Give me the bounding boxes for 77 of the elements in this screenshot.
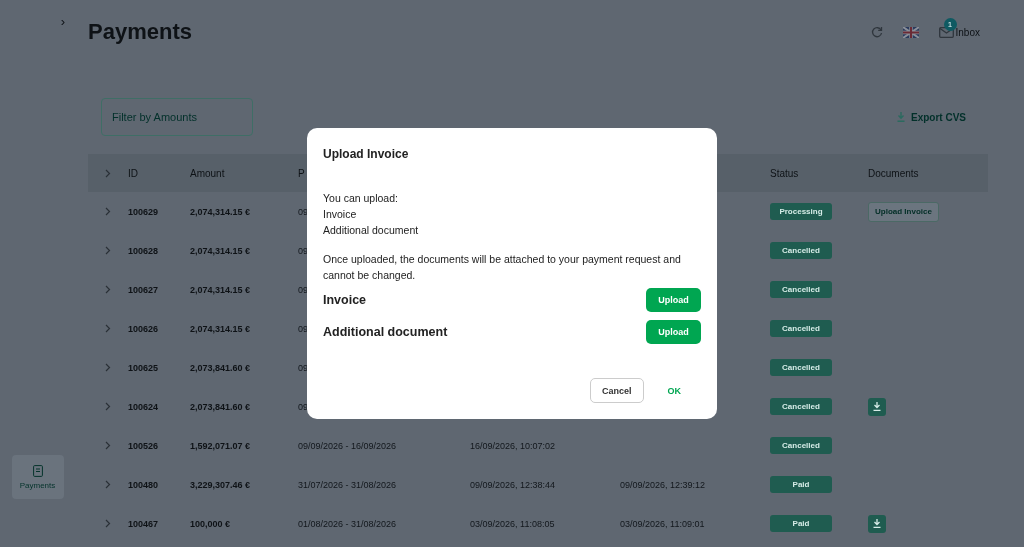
table-cell: 100467 bbox=[128, 518, 159, 529]
upload-button[interactable]: Upload bbox=[646, 320, 701, 344]
flag-icon[interactable] bbox=[902, 26, 919, 38]
expand-icon[interactable] bbox=[105, 519, 111, 528]
column-header[interactable]: Status bbox=[770, 167, 799, 179]
status-badge: Cancelled bbox=[770, 242, 832, 259]
table-cell: 09/09/2026, 12:39:12 bbox=[620, 479, 706, 490]
status-badge: Cancelled bbox=[770, 320, 832, 337]
export-button[interactable]: Export CVS bbox=[891, 110, 972, 124]
dialog-text: You can upload: bbox=[323, 192, 399, 204]
table-cell: 1,592,071.07 € bbox=[190, 440, 251, 451]
ok-button[interactable]: OK bbox=[663, 381, 685, 400]
expand-icon[interactable] bbox=[105, 402, 111, 411]
document-icon bbox=[32, 464, 43, 477]
column-header[interactable]: P bbox=[298, 167, 305, 179]
download-icon bbox=[897, 112, 905, 122]
expand-icon[interactable] bbox=[105, 285, 111, 294]
dialog-text: Invoice bbox=[323, 208, 358, 220]
expand-all-icon[interactable] bbox=[105, 168, 111, 178]
dialog-title: Upload Invoice bbox=[323, 147, 410, 161]
sidebar-item[interactable]: Payments bbox=[11, 455, 64, 499]
table-cell: 100624 bbox=[128, 401, 159, 412]
table-cell: 16/09/2026, 10:07:02 bbox=[470, 440, 556, 451]
filter-field[interactable]: Filter by Amounts bbox=[101, 98, 253, 136]
table-cell: 09/09/2026 - 16/09/2026 bbox=[298, 440, 397, 451]
status-badge: Cancelled bbox=[770, 281, 832, 298]
status-badge: Cancelled bbox=[770, 359, 832, 376]
table-cell: 100526 bbox=[128, 440, 159, 451]
dialog-text: Additional document bbox=[323, 224, 420, 236]
table-cell: 01/08/2026 - 31/08/2026 bbox=[298, 518, 397, 529]
table-cell: 100,000 € bbox=[190, 518, 231, 529]
page-title: Payments bbox=[88, 19, 192, 45]
table-cell: 03/09/2026, 11:09:01 bbox=[620, 518, 705, 529]
table-cell: 100480 bbox=[128, 479, 159, 490]
expand-icon[interactable] bbox=[105, 207, 111, 216]
table-cell: 100628 bbox=[128, 245, 159, 256]
table-cell: 2,074,314.15 € bbox=[190, 323, 251, 334]
notification-badge: 1 bbox=[943, 17, 957, 31]
expand-icon[interactable] bbox=[105, 480, 111, 489]
download-icon bbox=[873, 519, 881, 528]
status-badge: Paid bbox=[770, 515, 832, 532]
table-cell: 31/07/2026 - 31/08/2026 bbox=[298, 479, 397, 490]
download-button[interactable] bbox=[868, 514, 886, 533]
table-cell: 100625 bbox=[128, 362, 159, 373]
expand-icon[interactable] bbox=[105, 324, 111, 333]
upload-label: Invoice bbox=[323, 293, 367, 307]
upload-button[interactable]: Upload bbox=[646, 288, 701, 312]
table-cell: 3,229,307.46 € bbox=[190, 479, 251, 490]
table-cell: 100626 bbox=[128, 323, 159, 334]
table-cell: 2,074,314.15 € bbox=[190, 245, 251, 256]
upload-label: Additional document bbox=[323, 325, 448, 339]
download-button[interactable] bbox=[868, 397, 886, 416]
table-cell: 2,074,314.15 € bbox=[190, 284, 251, 295]
expand-icon[interactable] bbox=[105, 363, 111, 372]
cancel-button[interactable]: Cancel bbox=[590, 378, 644, 403]
table-cell: 100629 bbox=[128, 206, 159, 217]
column-header[interactable]: Amount bbox=[190, 167, 225, 179]
dialog-text: Once uploaded, the documents will be attached to your payment request and cannot be changed. bbox=[323, 252, 682, 283]
download-icon bbox=[873, 402, 881, 411]
status-badge: Cancelled bbox=[770, 398, 832, 415]
status-badge: Processing bbox=[770, 203, 832, 220]
table-cell: 09/09/2026, 12:38:44 bbox=[470, 479, 556, 490]
refresh-icon[interactable] bbox=[870, 26, 883, 38]
status-badge: Cancelled bbox=[770, 437, 832, 454]
expand-icon[interactable] bbox=[105, 246, 111, 255]
column-header[interactable]: ID bbox=[128, 167, 138, 179]
upload-invoice-button[interactable]: Upload Invoice bbox=[868, 201, 939, 222]
expand-icon[interactable] bbox=[105, 441, 111, 450]
table-cell: 100627 bbox=[128, 284, 159, 295]
inbox-label[interactable]: Inbox bbox=[955, 26, 980, 38]
sidebar-toggle[interactable]: › bbox=[60, 14, 65, 29]
status-badge: Paid bbox=[770, 476, 832, 493]
table-cell: 2,074,314.15 € bbox=[190, 206, 251, 217]
table-cell: 03/09/2026, 11:08:05 bbox=[470, 518, 555, 529]
table-cell: 2,073,841.60 € bbox=[190, 401, 251, 412]
column-header[interactable]: Documents bbox=[868, 167, 919, 179]
table-cell: 2,073,841.60 € bbox=[190, 362, 251, 373]
